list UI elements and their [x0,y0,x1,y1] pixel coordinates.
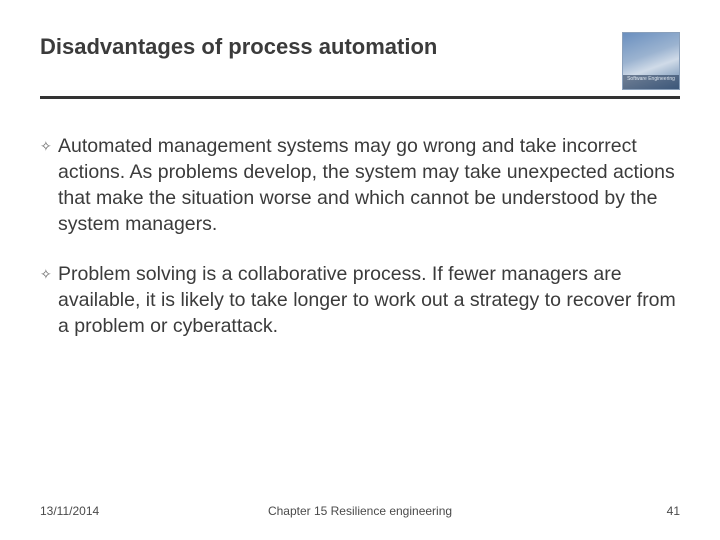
header-row: Disadvantages of process automation Soft… [40,32,680,90]
list-item: ✧ Automated management systems may go wr… [40,133,680,237]
footer-chapter: Chapter 15 Resilience engineering [268,504,452,518]
slide-title: Disadvantages of process automation [40,32,437,60]
bullet-text: Automated management systems may go wron… [58,133,680,237]
diamond-bullet-icon: ✧ [40,133,58,159]
book-cover-image: Software Engineering [622,32,680,90]
header-divider [40,96,680,99]
footer-page-number: 41 [667,504,680,518]
slide-footer: 13/11/2014 Chapter 15 Resilience enginee… [40,504,680,518]
book-cover-line1: Software Engineering [623,76,679,83]
bullet-list: ✧ Automated management systems may go wr… [40,133,680,339]
slide: Disadvantages of process automation Soft… [0,0,720,540]
footer-date: 13/11/2014 [40,504,99,518]
diamond-bullet-icon: ✧ [40,261,58,287]
list-item: ✧ Problem solving is a collaborative pro… [40,261,680,339]
book-cover-caption: Software Engineering [623,75,679,89]
bullet-text: Problem solving is a collaborative proce… [58,261,680,339]
